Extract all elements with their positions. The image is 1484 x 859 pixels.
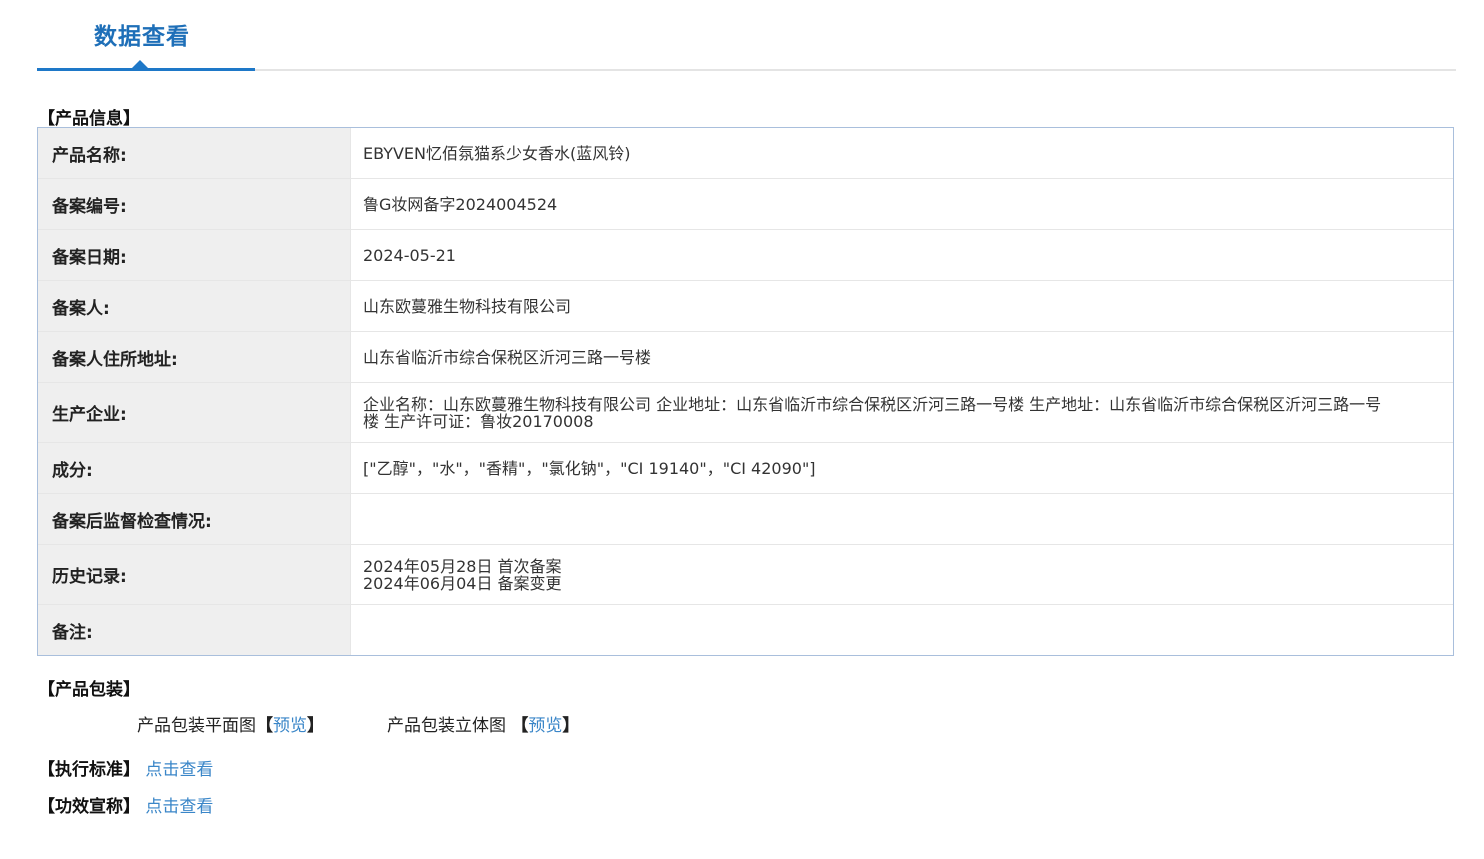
tab-caret-icon — [132, 60, 148, 68]
preview-solid-link[interactable]: 预览 — [528, 716, 562, 736]
row-value: 山东欧蔓雅生物科技有限公司 — [363, 296, 572, 316]
packaging-solid: 产品包装立体图 【预览】 — [387, 711, 579, 736]
packaging-flat: 产品包装平面图【预览】 — [137, 711, 324, 736]
row-label: 备注: — [38, 605, 351, 655]
row-value: 企业名称：山东欧蔓雅生物科技有限公司 企业地址：山东省临沂市综合保税区沂河三路一… — [363, 394, 1382, 431]
history-entry: 2024年05月28日 首次备案 — [363, 556, 562, 576]
bracket-open: 【 — [511, 716, 529, 736]
efficacy-view-link[interactable]: 点击查看 — [145, 797, 213, 817]
row-value — [351, 494, 1453, 544]
table-row: 备案日期: 2024-05-21 — [38, 230, 1453, 281]
table-row: 备注: — [38, 605, 1453, 655]
table-row: 产品名称: EBYVEN忆佰氛猫系少女香水(蓝风铃) — [38, 128, 1453, 179]
row-label: 备案人住所地址: — [38, 332, 351, 382]
table-row: 备案人: 山东欧蔓雅生物科技有限公司 — [38, 281, 1453, 332]
row-value: EBYVEN忆佰氛猫系少女香水(蓝风铃) — [363, 143, 631, 163]
packaging-solid-label: 产品包装立体图 — [387, 716, 506, 736]
product-info-table: 产品名称: EBYVEN忆佰氛猫系少女香水(蓝风铃) 备案编号: 鲁G妆网备字2… — [37, 127, 1454, 656]
row-label: 生产企业: — [38, 383, 351, 442]
row-value: ["乙醇"，"水"，"香精"，"氯化钠"，"CI 19140"，"CI 4209… — [363, 458, 816, 478]
bracket-close: 】 — [307, 716, 324, 736]
row-label: 历史记录: — [38, 545, 351, 604]
history-entry: 2024年06月04日 备案变更 — [363, 573, 562, 593]
efficacy-label: 【功效宣称】 — [38, 797, 140, 817]
standard-label: 【执行标准】 — [38, 760, 140, 780]
table-row: 备案编号: 鲁G妆网备字2024004524 — [38, 179, 1453, 230]
table-row: 备案后监督检查情况: — [38, 494, 1453, 545]
tab-data-view[interactable]: 数据查看 — [94, 17, 190, 51]
table-row: 成分: ["乙醇"，"水"，"香精"，"氯化钠"，"CI 19140"，"CI … — [38, 443, 1453, 494]
efficacy-row: 【功效宣称】 点击查看 — [38, 792, 213, 817]
row-label: 成分: — [38, 443, 351, 493]
row-label: 备案日期: — [38, 230, 351, 280]
bracket-open: 【 — [256, 716, 273, 736]
row-value: 2024-05-21 — [363, 245, 456, 265]
section-heading-product-info: 【产品信息】 — [38, 109, 140, 129]
standard-row: 【执行标准】 点击查看 — [38, 755, 213, 780]
packaging-flat-label: 产品包装平面图 — [137, 716, 256, 736]
preview-flat-link[interactable]: 预览 — [273, 716, 307, 736]
table-row: 历史记录: 2024年05月28日 首次备案 2024年06月04日 备案变更 — [38, 545, 1453, 605]
table-row: 生产企业: 企业名称：山东欧蔓雅生物科技有限公司 企业地址：山东省临沂市综合保税… — [38, 383, 1453, 443]
section-heading-packaging: 【产品包装】 — [38, 680, 140, 700]
tab-active-underline — [37, 68, 255, 71]
row-value — [351, 605, 1453, 655]
table-row: 备案人住所地址: 山东省临沂市综合保税区沂河三路一号楼 — [38, 332, 1453, 383]
standard-view-link[interactable]: 点击查看 — [145, 760, 213, 780]
row-label: 备案人: — [38, 281, 351, 331]
row-label: 产品名称: — [38, 128, 351, 178]
row-value: 山东省临沂市综合保税区沂河三路一号楼 — [363, 347, 652, 367]
row-label: 备案后监督检查情况: — [38, 494, 351, 544]
tab-bar: 数据查看 — [37, 0, 1456, 72]
row-value: 鲁G妆网备字2024004524 — [363, 194, 558, 214]
row-value-history: 2024年05月28日 首次备案 2024年06月04日 备案变更 — [351, 545, 1453, 604]
bracket-close: 】 — [562, 716, 580, 736]
row-label: 备案编号: — [38, 179, 351, 229]
